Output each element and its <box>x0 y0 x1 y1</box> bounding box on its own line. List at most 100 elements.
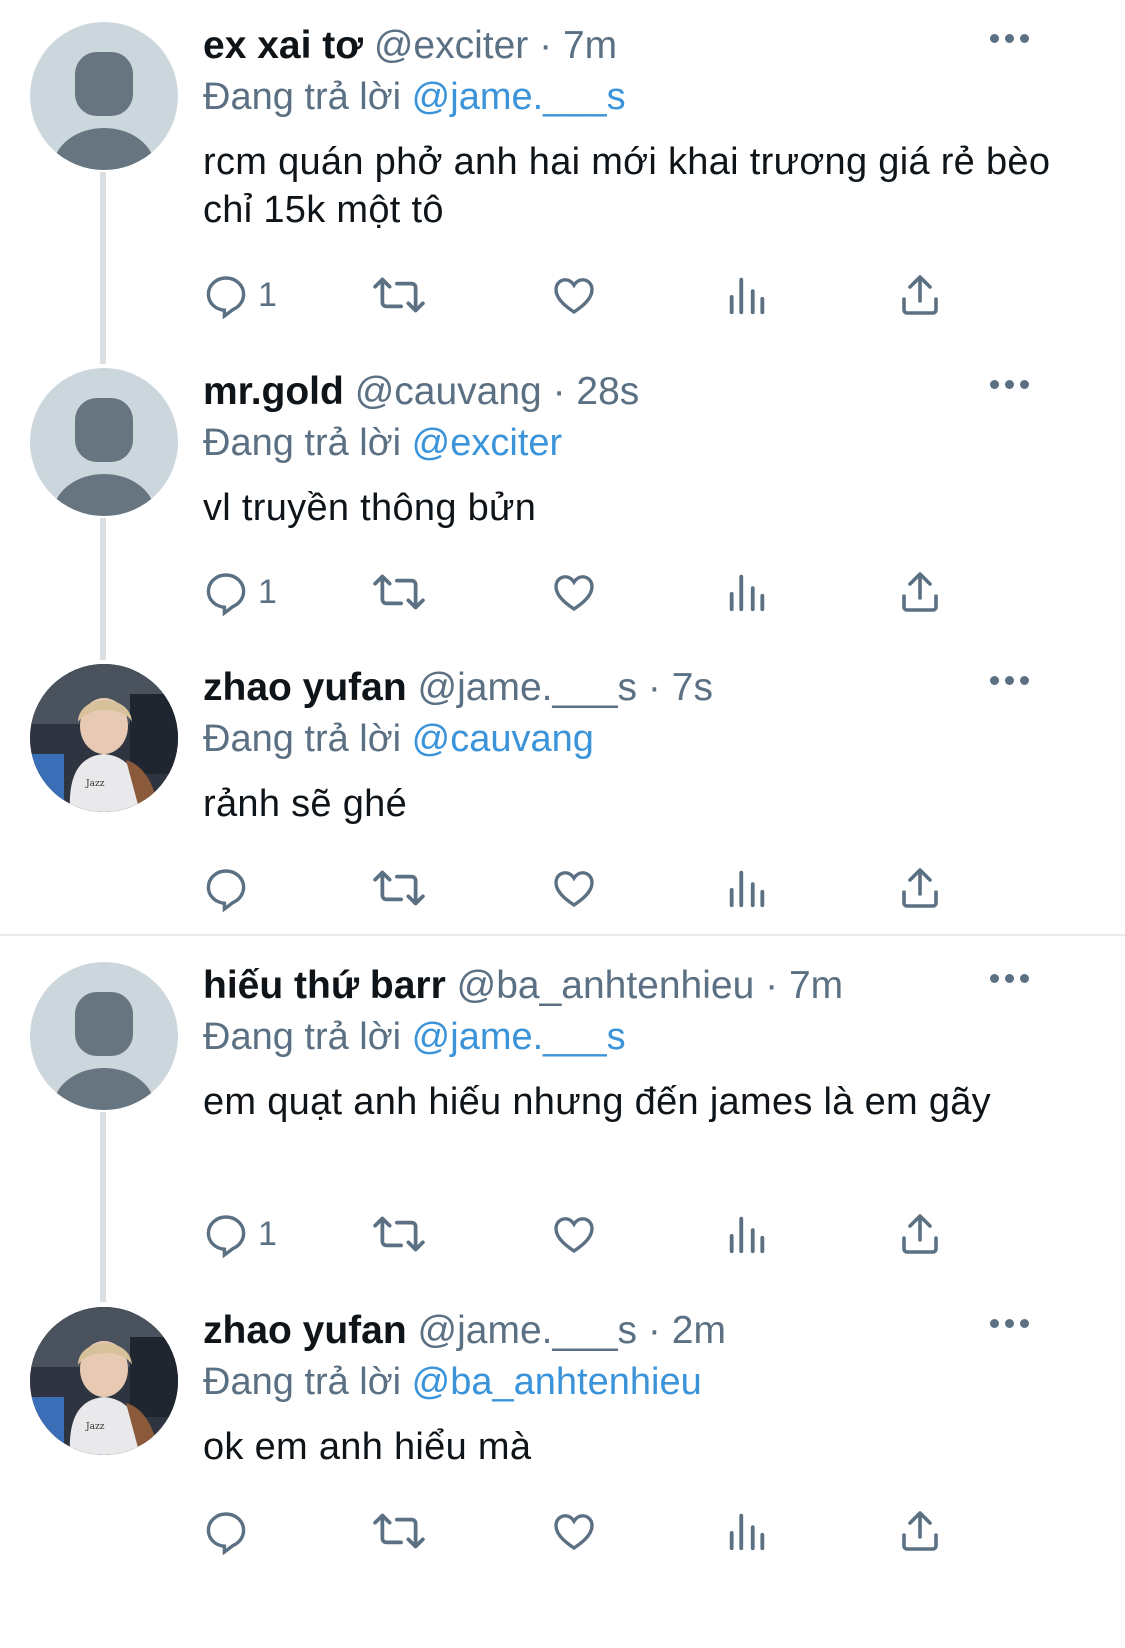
action-bar: 1 <box>200 270 960 320</box>
heart-icon <box>554 1217 594 1254</box>
action-bar <box>200 863 960 913</box>
analytics-icon <box>729 277 765 315</box>
analytics-button[interactable] <box>724 270 770 320</box>
share-button[interactable] <box>896 863 944 913</box>
timestamp[interactable]: 28s <box>576 370 639 413</box>
reply-icon <box>206 869 246 912</box>
heart-icon <box>554 1514 594 1551</box>
reply-button[interactable]: 1 <box>202 1209 277 1259</box>
analytics-button[interactable] <box>724 567 770 617</box>
reply-count: 1 <box>258 1214 277 1253</box>
retweet-button[interactable] <box>372 863 426 913</box>
retweet-button[interactable] <box>372 1506 426 1556</box>
reply-icon <box>206 573 246 616</box>
more-icon[interactable] <box>990 974 1030 986</box>
reply-prefix: Đang trả lời <box>203 1361 402 1403</box>
display-name[interactable]: zhao yufan <box>203 1309 407 1352</box>
analytics-button[interactable] <box>724 1209 770 1259</box>
like-button[interactable] <box>550 863 598 913</box>
like-button[interactable] <box>550 270 598 320</box>
reply-mention[interactable]: @exciter <box>412 422 563 464</box>
avatar[interactable]: Jazz <box>30 664 178 812</box>
replying-to: Đang trả lời @jame.___s <box>203 73 626 121</box>
retweet-button[interactable] <box>372 1209 426 1259</box>
tweet[interactable]: hiếu thứ barr @ba_anhtenhieu · 7m Đang t… <box>0 940 1125 1290</box>
tweet-text: ok em anh hiểu mà <box>203 1426 532 1468</box>
analytics-icon <box>729 870 765 908</box>
reply-mention[interactable]: @ba_anhtenhieu <box>412 1361 702 1403</box>
replying-to: Đang trả lời @ba_anhtenhieu <box>203 1358 702 1406</box>
retweet-icon <box>373 574 425 610</box>
reply-button[interactable]: 1 <box>202 270 277 320</box>
avatar[interactable] <box>30 368 178 516</box>
share-icon <box>902 572 938 612</box>
replying-to: Đang trả lời @exciter <box>203 419 562 467</box>
analytics-icon <box>729 574 765 612</box>
share-button[interactable] <box>896 270 944 320</box>
reply-mention[interactable]: @jame.___s <box>412 1016 626 1058</box>
more-icon[interactable] <box>990 380 1030 392</box>
like-button[interactable] <box>550 567 598 617</box>
share-button[interactable] <box>896 1506 944 1556</box>
handle[interactable]: @jame.___s <box>418 666 638 709</box>
separator-dot: · <box>552 370 566 413</box>
reply-button[interactable] <box>202 863 258 913</box>
tweet[interactable]: Jazz zhao yufan @jame.___s · 7s Đang trả… <box>0 642 1125 932</box>
tweet-header: ex xai tơ @exciter · 7m <box>203 22 617 70</box>
more-icon[interactable] <box>990 1319 1030 1331</box>
more-icon[interactable] <box>990 34 1030 46</box>
reply-mention[interactable]: @cauvang <box>412 718 594 760</box>
timestamp[interactable]: 2m <box>672 1309 726 1352</box>
timestamp[interactable]: 7m <box>789 964 843 1007</box>
handle[interactable]: @jame.___s <box>418 1309 638 1352</box>
analytics-button[interactable] <box>724 863 770 913</box>
reply-mention[interactable]: @jame.___s <box>412 76 626 118</box>
action-bar: 1 <box>200 567 960 617</box>
reply-icon <box>206 276 246 319</box>
display-name[interactable]: zhao yufan <box>203 666 407 709</box>
thread-separator <box>0 934 1125 936</box>
share-icon <box>902 275 938 315</box>
retweet-button[interactable] <box>372 567 426 617</box>
tweet-text: vl truyền thông bửn <box>203 487 537 529</box>
share-button[interactable] <box>896 567 944 617</box>
retweet-icon <box>373 1513 425 1549</box>
tweet-header: zhao yufan @jame.___s · 7s <box>203 664 713 712</box>
reply-prefix: Đang trả lời <box>203 1016 402 1058</box>
reply-prefix: Đang trả lời <box>203 422 402 464</box>
separator-dot: · <box>539 24 553 67</box>
reply-prefix: Đang trả lời <box>203 76 402 118</box>
more-icon[interactable] <box>990 676 1030 688</box>
handle[interactable]: @ba_anhtenhieu <box>457 964 755 1007</box>
reply-button[interactable] <box>202 1506 258 1556</box>
timestamp[interactable]: 7s <box>672 666 713 709</box>
tweet[interactable]: mr.gold @cauvang · 28s Đang trả lời @exc… <box>0 346 1125 646</box>
reply-count: 1 <box>258 572 277 611</box>
heart-icon <box>554 575 594 612</box>
display-name[interactable]: ex xai tơ <box>203 24 363 67</box>
retweet-button[interactable] <box>372 270 426 320</box>
profile-photo-image: Jazz <box>30 664 178 812</box>
tweet[interactable]: Jazz zhao yufan @jame.___s · 2m Đang trả… <box>0 1285 1125 1648</box>
tweet[interactable]: ex xai tơ @exciter · 7m Đang trả lời @ja… <box>0 0 1125 355</box>
svg-text:Jazz: Jazz <box>85 779 105 789</box>
avatar[interactable] <box>30 22 178 170</box>
retweet-icon <box>373 870 425 906</box>
tweet-text: em quạt anh hiếu nhưng đến james là em g… <box>203 1081 991 1123</box>
separator-dot: · <box>647 1309 661 1352</box>
like-button[interactable] <box>550 1209 598 1259</box>
handle[interactable]: @cauvang <box>355 370 542 413</box>
like-button[interactable] <box>550 1506 598 1556</box>
timestamp[interactable]: 7m <box>563 24 617 67</box>
display-name[interactable]: mr.gold <box>203 370 344 413</box>
tweet-text: rảnh sẽ ghé <box>203 783 408 825</box>
analytics-button[interactable] <box>724 1506 770 1556</box>
handle[interactable]: @exciter <box>374 24 528 67</box>
display-name[interactable]: hiếu thứ barr <box>203 964 446 1007</box>
profile-photo-image: Jazz <box>30 1307 178 1455</box>
avatar[interactable]: Jazz <box>30 1307 178 1455</box>
action-bar: 1 <box>200 1209 960 1259</box>
avatar[interactable] <box>30 962 178 1110</box>
share-button[interactable] <box>896 1209 944 1259</box>
reply-button[interactable]: 1 <box>202 567 277 617</box>
